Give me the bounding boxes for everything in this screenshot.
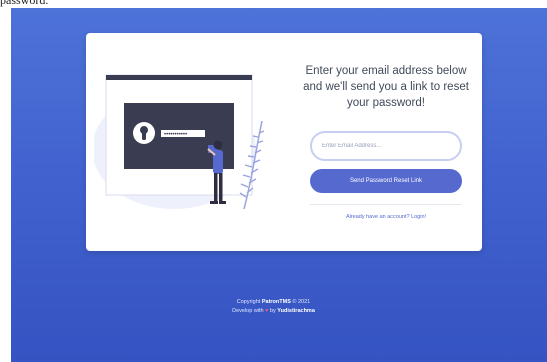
login-link[interactable]: Already have an account? Login! [302, 214, 470, 220]
copyright-year: © 2021 [292, 299, 311, 305]
developer-line: Develop with ♥ by Yudistirachma [0, 307, 547, 316]
password-mask-text: ••••••••••• [164, 132, 187, 138]
email-input[interactable] [310, 131, 462, 161]
reset-form: Enter your email address below and we'll… [302, 63, 470, 220]
send-reset-link-button[interactable]: Send Password Reset Link [310, 169, 462, 193]
forgot-password-illustration: ••••••••••• [94, 74, 265, 210]
footer: Copyright PatronTMS © 2021 Develop with … [0, 298, 547, 316]
form-heading: Enter your email address below and we'll… [303, 65, 469, 109]
copyright-prefix: Copyright [236, 299, 261, 305]
copyright-line: Copyright PatronTMS © 2021 [0, 298, 547, 307]
heart-icon: ♥ [265, 308, 269, 314]
author-name: Yudistirachma [277, 308, 315, 314]
brand-name: PatronTMS [261, 299, 291, 305]
divider [310, 204, 462, 205]
top-strip: password. [0, 0, 547, 8]
by-text: by [269, 308, 276, 314]
develop-prefix: Develop with [232, 308, 264, 314]
browser-bar [106, 75, 252, 80]
reset-password-card: ••••••••••• Enter your email address bel… [86, 33, 482, 251]
header-fragment-text: password. [0, 0, 49, 7]
